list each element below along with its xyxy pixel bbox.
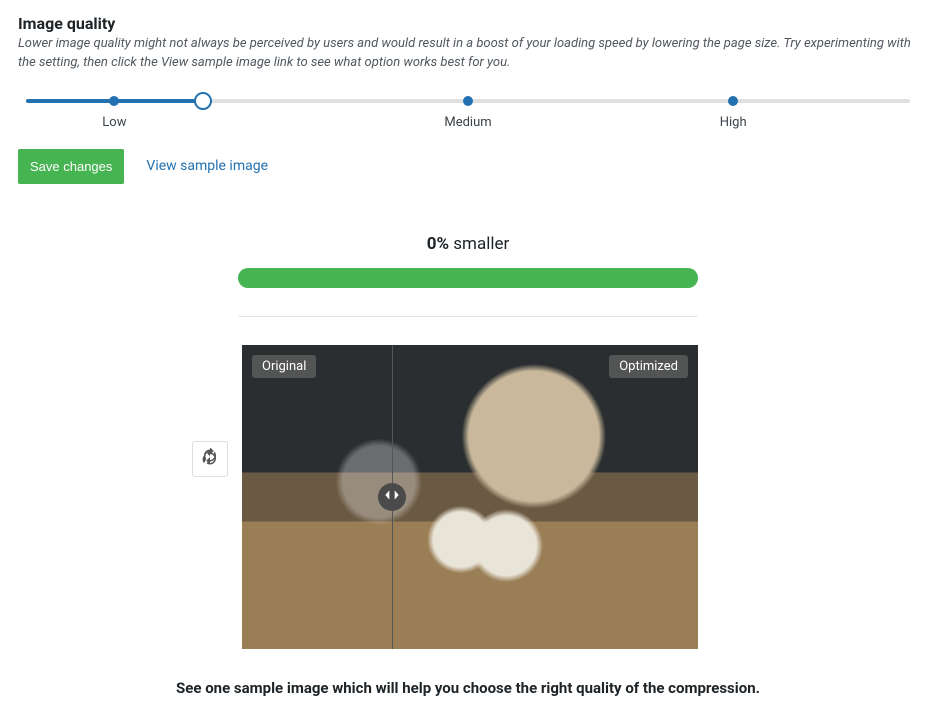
slider-handle[interactable]: [194, 92, 212, 110]
image-comparison[interactable]: Original Optimized: [242, 345, 698, 649]
slider-label-medium: Medium: [444, 115, 491, 130]
optimized-badge: Optimized: [609, 355, 688, 378]
result-text: 0% smaller: [238, 234, 698, 254]
slider-stop-high[interactable]: [728, 96, 738, 106]
original-badge: Original: [252, 355, 316, 378]
slider-label-low: Low: [102, 115, 126, 130]
section-description: Lower image quality might not always be …: [18, 35, 918, 73]
slider-label-high: High: [720, 115, 747, 130]
slider-stop-medium[interactable]: [463, 96, 473, 106]
comparison-drag-handle[interactable]: [378, 483, 406, 511]
section-title: Image quality: [18, 14, 918, 33]
reset-button[interactable]: [192, 441, 228, 477]
drag-horizontal-icon: [384, 487, 400, 507]
progress-bar: [238, 268, 698, 288]
divider: [238, 316, 698, 317]
slider-stop-low[interactable]: [109, 96, 119, 106]
rotate-icon: [201, 448, 219, 469]
footer-hint: See one sample image which will help you…: [18, 679, 918, 697]
save-button[interactable]: Save changes: [18, 149, 124, 184]
result-percent: 0%: [427, 234, 449, 254]
sample-image: [242, 345, 698, 649]
slider-track: [26, 99, 910, 103]
view-sample-link[interactable]: View sample image: [146, 158, 268, 174]
result-suffix: smaller: [449, 234, 509, 254]
slider-labels: Low Medium High: [26, 115, 910, 131]
quality-slider[interactable]: Low Medium High: [26, 99, 910, 131]
